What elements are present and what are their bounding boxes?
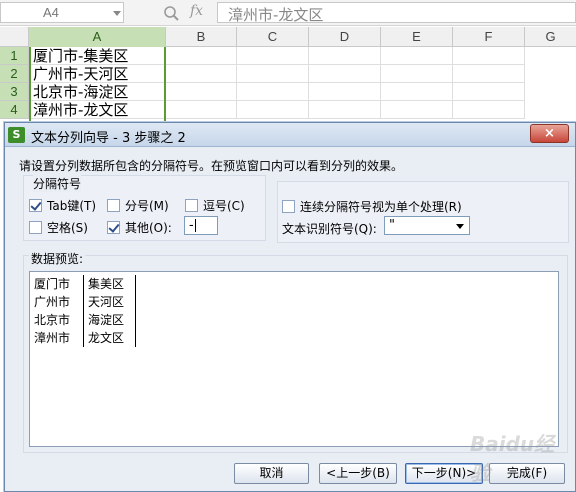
other-delimiter-value: - xyxy=(189,218,194,233)
back-button[interactable]: <上一步(B) xyxy=(319,463,397,484)
preview-pane[interactable]: 厦门市 集美区 广州市 天河区 北京市 海淀区 漳州市 龙文区 xyxy=(29,271,559,447)
column-header-f[interactable]: F xyxy=(453,27,525,47)
cell[interactable] xyxy=(237,47,309,65)
instruction-text: 请设置分列数据所包含的分隔符号。在预览窗口内可以看到分列的效果。 xyxy=(19,159,404,173)
checkbox-box[interactable] xyxy=(107,221,120,234)
text-caret xyxy=(194,219,196,232)
cell[interactable] xyxy=(381,83,453,101)
cell-reference: A4 xyxy=(43,5,59,20)
cell[interactable] xyxy=(381,47,453,65)
dialog-title: 文本分列向导 - 3 步骤之 2 xyxy=(31,131,186,146)
preview-cell: 集美区 xyxy=(84,275,136,293)
preview-cell: 天河区 xyxy=(84,293,136,311)
cell-a3[interactable]: 北京市-海淀区 xyxy=(29,83,166,101)
preview-row: 厦门市 集美区 xyxy=(34,275,136,293)
tab-checkbox[interactable]: Tab键(T) xyxy=(29,197,96,214)
preview-label: 数据预览: xyxy=(29,250,86,267)
cell-a1[interactable]: 厦门市-集美区 xyxy=(29,47,166,65)
checkbox-box[interactable] xyxy=(29,221,42,234)
cell[interactable] xyxy=(381,101,453,119)
formula-input[interactable]: 漳州市-龙文区 xyxy=(217,2,576,24)
chevron-down-icon[interactable] xyxy=(456,224,464,229)
cell[interactable] xyxy=(309,47,381,65)
cell-a4[interactable]: 漳州市-龙文区 xyxy=(29,101,166,119)
preview-cell: 海淀区 xyxy=(84,311,136,329)
cell[interactable] xyxy=(453,47,525,65)
comma-checkbox[interactable]: 逗号(C) xyxy=(185,197,245,214)
fx-icon[interactable]: fx xyxy=(190,3,203,19)
row-header[interactable]: 4 xyxy=(0,101,29,119)
column-header-d[interactable]: D xyxy=(309,27,381,47)
corner-select-all[interactable] xyxy=(0,27,29,47)
column-headers: A B C D E F G xyxy=(0,27,576,47)
preview-cell: 龙文区 xyxy=(84,329,136,347)
cell-a2[interactable]: 广州市-天河区 xyxy=(29,65,166,83)
column-header-c[interactable]: C xyxy=(237,27,309,47)
semicolon-label: 分号(M) xyxy=(125,199,169,213)
text-qualifier-select[interactable]: " xyxy=(384,216,470,235)
preview-cell: 漳州市 xyxy=(34,329,84,347)
tab-label: Tab键(T) xyxy=(47,199,97,213)
preview-row: 漳州市 龙文区 xyxy=(34,329,136,347)
other-delimiter-input[interactable]: - xyxy=(184,216,218,235)
cell[interactable] xyxy=(453,101,525,119)
column-header-b[interactable]: B xyxy=(166,27,237,47)
preview-row: 广州市 天河区 xyxy=(34,293,136,311)
checkbox-box[interactable] xyxy=(107,199,120,212)
finish-button[interactable]: 完成(F) xyxy=(489,463,565,484)
checkbox-box[interactable] xyxy=(29,199,42,212)
other-checkbox[interactable]: 其他(O): xyxy=(107,219,172,236)
formula-bar: A4 fx 漳州市-龙文区 xyxy=(0,0,576,26)
name-box[interactable]: A4 xyxy=(0,2,124,23)
zoom-icon[interactable] xyxy=(163,5,179,21)
cell[interactable] xyxy=(309,65,381,83)
cell[interactable] xyxy=(453,83,525,101)
column-header-e[interactable]: E xyxy=(381,27,453,47)
next-button[interactable]: 下一步(N)> xyxy=(405,463,483,484)
app-logo-icon: S xyxy=(8,127,25,143)
cell[interactable] xyxy=(166,101,237,119)
cell[interactable] xyxy=(309,83,381,101)
cell[interactable] xyxy=(166,65,237,83)
semicolon-checkbox[interactable]: 分号(M) xyxy=(107,197,169,214)
consecutive-delimiters-checkbox[interactable]: 连续分隔符号视为单个处理(R) xyxy=(282,198,462,215)
comma-label: 逗号(C) xyxy=(203,199,245,213)
text-qualifier-value: " xyxy=(389,218,395,233)
preview-row: 北京市 海淀区 xyxy=(34,311,136,329)
space-label: 空格(S) xyxy=(47,221,88,235)
close-button[interactable]: × xyxy=(530,124,569,143)
cell[interactable] xyxy=(237,65,309,83)
delimiters-label: 分隔符号 xyxy=(33,175,82,192)
column-header-a[interactable]: A xyxy=(29,27,166,47)
cancel-button[interactable]: 取消 xyxy=(234,463,309,484)
cell[interactable] xyxy=(166,47,237,65)
dialog-titlebar[interactable]: S 文本分列向导 - 3 步骤之 2 × xyxy=(5,123,575,147)
other-label: 其他(O): xyxy=(125,221,172,235)
text-qualifier-label: 文本识别符号(Q): xyxy=(282,222,377,236)
space-checkbox[interactable]: 空格(S) xyxy=(29,219,88,236)
preview-cell: 北京市 xyxy=(34,311,84,329)
checkbox-box[interactable] xyxy=(185,199,198,212)
cell[interactable] xyxy=(237,101,309,119)
column-header-g[interactable]: G xyxy=(525,27,576,47)
cell[interactable] xyxy=(309,101,381,119)
consecutive-label: 连续分隔符号视为单个处理(R) xyxy=(300,200,462,214)
cell[interactable] xyxy=(453,65,525,83)
cell[interactable] xyxy=(237,83,309,101)
checkbox-box[interactable] xyxy=(282,200,295,213)
cell[interactable] xyxy=(381,65,453,83)
chevron-down-icon[interactable] xyxy=(113,11,121,16)
preview-cell: 广州市 xyxy=(34,293,84,311)
row-header[interactable]: 1 xyxy=(0,47,29,65)
preview-cell: 厦门市 xyxy=(34,275,84,293)
text-to-columns-dialog: S 文本分列向导 - 3 步骤之 2 × 请设置分列数据所包含的分隔符号。在预览… xyxy=(4,122,576,492)
cell[interactable] xyxy=(166,83,237,101)
row-header[interactable]: 2 xyxy=(0,65,29,83)
row-header[interactable]: 3 xyxy=(0,83,29,101)
